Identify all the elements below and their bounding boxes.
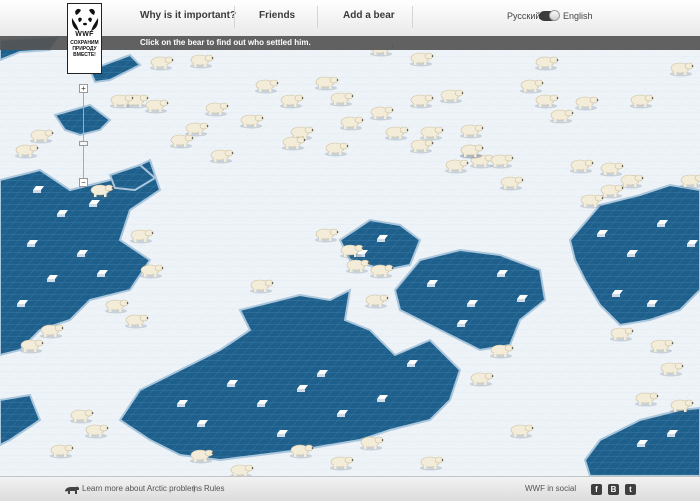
wwf-logo-text: WWF: [75, 31, 94, 38]
twitter-icon[interactable]: t: [625, 484, 636, 495]
vkontakte-icon[interactable]: B: [608, 484, 619, 495]
nav-add-bear[interactable]: Add a bear: [343, 10, 395, 21]
wwf-social-label: WWF in social: [525, 484, 577, 493]
nav-friends[interactable]: Friends: [259, 10, 295, 21]
language-toggle[interactable]: [539, 10, 560, 21]
learn-more-link[interactable]: Learn more about Arctic problems: [82, 484, 202, 493]
rules-link[interactable]: Rules: [204, 484, 224, 493]
zoom-out-button[interactable]: −: [79, 178, 88, 187]
wwf-logo[interactable]: WWF СОХРАНИМ ПРИРОДУ ВМЕСТЕ!: [67, 3, 102, 74]
nav-divider: [234, 6, 235, 28]
zoom-slider-handle[interactable]: [79, 141, 88, 146]
arctic-map[interactable]: [0, 0, 700, 500]
hint-text: Click on the bear to find out who settle…: [140, 38, 311, 47]
bear-icon: [65, 486, 79, 494]
toggle-knob: [549, 10, 560, 21]
nav-divider: [317, 6, 318, 28]
zoom-track[interactable]: [83, 93, 84, 179]
map-canvas[interactable]: [0, 0, 700, 500]
nav-divider: [412, 6, 413, 28]
hint-bar: [0, 36, 700, 50]
panda-icon: [71, 8, 99, 31]
polar-bear[interactable]: [680, 174, 700, 189]
zoom-in-button[interactable]: +: [79, 84, 88, 93]
facebook-icon[interactable]: f: [591, 484, 602, 495]
language-english[interactable]: English: [563, 11, 593, 21]
footer-separator: |: [193, 484, 196, 493]
wwf-slogan: СОХРАНИМ ПРИРОДУ ВМЕСТЕ!: [68, 40, 101, 58]
slogan-line: ВМЕСТЕ!: [73, 52, 96, 58]
language-russian[interactable]: Русский: [507, 11, 540, 21]
nav-why-important[interactable]: Why is it important?: [140, 10, 236, 21]
top-navigation-bar: Why is it important? Friends Add a bear …: [0, 0, 700, 37]
